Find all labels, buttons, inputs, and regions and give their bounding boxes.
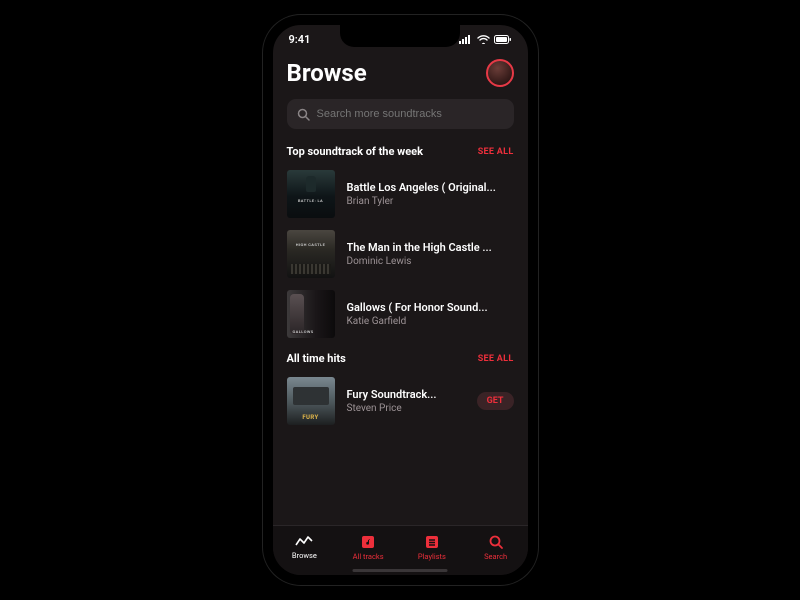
status-time: 9:41: [289, 33, 311, 46]
track-title: Fury Soundtrack...: [347, 388, 465, 401]
track-meta: The Man in the High Castle ... Dominic L…: [347, 241, 514, 267]
wifi-icon: [477, 35, 490, 44]
track-title: Battle Los Angeles ( Original...: [347, 181, 514, 194]
track-artwork: FURY: [287, 377, 335, 425]
tab-label: All tracks: [353, 552, 384, 561]
track-artist: Katie Garfield: [347, 316, 514, 327]
track-row[interactable]: FURY Fury Soundtrack... Steven Price GET: [287, 377, 514, 425]
get-button[interactable]: GET: [477, 392, 514, 410]
search-input[interactable]: [317, 108, 504, 120]
header: Browse: [287, 59, 514, 87]
home-indicator[interactable]: [353, 569, 448, 573]
track-artist: Dominic Lewis: [347, 256, 514, 267]
phone-frame: 9:41 Browse Top soundtrack of the week S…: [263, 15, 538, 585]
artwork-label: BATTLE: LA: [290, 198, 332, 203]
track-artwork: BATTLE: LA: [287, 170, 335, 218]
tab-browse[interactable]: Browse: [273, 526, 337, 569]
chart-icon: [295, 535, 313, 549]
track-meta: Fury Soundtrack... Steven Price: [347, 388, 465, 414]
tab-playlists[interactable]: Playlists: [400, 526, 464, 569]
signal-icon: [459, 35, 473, 44]
status-icons: [459, 35, 512, 44]
tab-label: Browse: [292, 551, 317, 560]
music-icon: [360, 534, 376, 550]
track-row[interactable]: HIGH CASTLE The Man in the High Castle .…: [287, 230, 514, 278]
track-row[interactable]: GALLOWS Gallows ( For Honor Sound... Kat…: [287, 290, 514, 338]
tab-label: Search: [484, 552, 507, 561]
tab-label: Playlists: [418, 552, 446, 561]
tab-search[interactable]: Search: [464, 526, 528, 569]
track-meta: Gallows ( For Honor Sound... Katie Garfi…: [347, 301, 514, 327]
page-title: Browse: [287, 59, 367, 87]
see-all-link[interactable]: SEE ALL: [478, 147, 514, 157]
track-artist: Brian Tyler: [347, 196, 514, 207]
track-meta: Battle Los Angeles ( Original... Brian T…: [347, 181, 514, 207]
tab-bar: Browse All tracks Playlists Search: [273, 525, 528, 575]
track-artist: Steven Price: [347, 403, 465, 414]
track-artwork: HIGH CASTLE: [287, 230, 335, 278]
section-title: All time hits: [287, 352, 346, 365]
section-header-top: Top soundtrack of the week SEE ALL: [287, 145, 514, 158]
avatar[interactable]: [486, 59, 514, 87]
notch: [340, 25, 460, 47]
section-header-hits: All time hits SEE ALL: [287, 352, 514, 365]
tab-all-tracks[interactable]: All tracks: [336, 526, 400, 569]
content-scroll[interactable]: Browse Top soundtrack of the week SEE AL…: [273, 53, 528, 525]
search-bar[interactable]: [287, 99, 514, 129]
track-title: Gallows ( For Honor Sound...: [347, 301, 514, 314]
list-icon: [424, 534, 440, 550]
artwork-label: GALLOWS: [293, 329, 332, 334]
artwork-label: FURY: [290, 414, 332, 421]
track-title: The Man in the High Castle ...: [347, 241, 514, 254]
search-icon: [488, 534, 504, 550]
section-title: Top soundtrack of the week: [287, 145, 423, 158]
track-row[interactable]: BATTLE: LA Battle Los Angeles ( Original…: [287, 170, 514, 218]
battery-icon: [494, 35, 512, 44]
artwork-label: HIGH CASTLE: [290, 242, 332, 247]
see-all-link[interactable]: SEE ALL: [478, 354, 514, 364]
track-artwork: GALLOWS: [287, 290, 335, 338]
search-icon: [297, 108, 310, 121]
